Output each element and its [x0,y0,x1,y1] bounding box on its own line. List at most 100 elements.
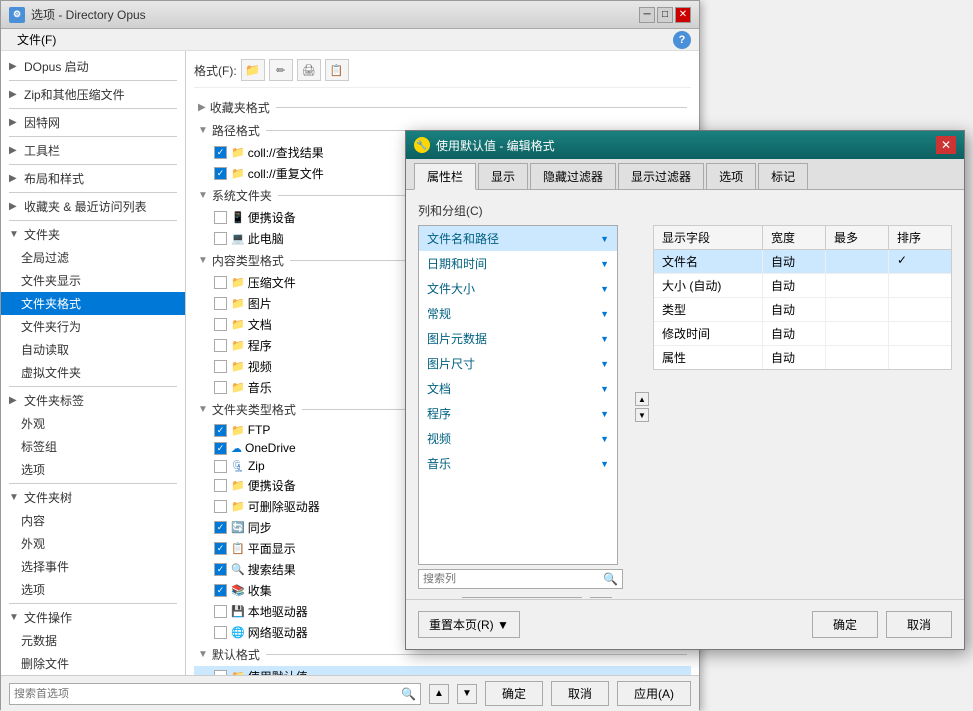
search-columns-input[interactable] [423,573,603,585]
sidebar-item-toolbar[interactable]: ▶ 工具栏 [1,139,185,162]
tab-attributes[interactable]: 属性栏 [414,163,476,190]
tab-display[interactable]: 显示 [478,163,528,189]
nav-up-button[interactable]: ▲ [429,684,449,704]
move-down-button[interactable]: ▼ [635,408,649,422]
sidebar-item-global-filter[interactable]: 全局过滤 [1,246,185,269]
col-item-filesize[interactable]: 文件大小 ▼ [419,276,617,301]
table-row[interactable]: 文件名 自动 ✓ [654,250,951,274]
table-row[interactable]: 修改时间 自动 [654,322,951,346]
col-item-image-size[interactable]: 图片尺寸 ▼ [419,351,617,376]
sidebar-item-options[interactable]: 选项 [1,458,185,481]
tab-hide-filter[interactable]: 隐藏过滤器 [530,163,616,189]
tab-options[interactable]: 选项 [706,163,756,189]
maximize-button[interactable]: □ [657,7,673,23]
sidebar-item-folder-display[interactable]: 文件夹显示 [1,269,185,292]
checkbox-search[interactable] [214,146,227,159]
move-up-button[interactable]: ▲ [635,392,649,406]
sidebar-item-delete-files[interactable]: 删除文件 [1,652,185,675]
sidebar-item-file-ops[interactable]: ▼ 文件操作 [1,606,185,629]
close-button[interactable]: ✕ [675,7,691,23]
minimize-button[interactable]: ─ [639,7,655,23]
help-icon[interactable]: ? [673,31,691,49]
checkbox-videos[interactable] [214,360,227,373]
format-print-btn[interactable]: 🖨 [297,59,321,81]
table-row[interactable]: 大小 (自动) 自动 [654,274,951,298]
checkbox-search2[interactable] [214,563,227,576]
sidebar-item-select-event[interactable]: 选择事件 [1,555,185,578]
checkbox-this-pc[interactable] [214,232,227,245]
checkbox-docs[interactable] [214,318,227,331]
tab-show-filter[interactable]: 显示过滤器 [618,163,704,189]
sidebar-item-options2[interactable]: 选项 [1,578,185,601]
sidebar-item-network[interactable]: ▶ 因特网 [1,111,185,134]
sidebar-item-file-tags[interactable]: ▶ 文件夹标签 [1,389,185,412]
checkbox-pictures[interactable] [214,297,227,310]
checkbox-music[interactable] [214,381,227,394]
sidebar-item-virtual-folder[interactable]: 虚拟文件夹 [1,361,185,384]
checkbox-use-default[interactable] [214,670,227,675]
col-item-image-meta[interactable]: 图片元数据 ▼ [419,326,617,351]
groupby-config-btn[interactable]: ⚙ [590,597,612,598]
checkbox-network[interactable] [214,626,227,639]
sidebar-item-content[interactable]: 内容 [1,509,185,532]
checkbox-removable[interactable] [214,500,227,513]
col-item-filename[interactable]: 文件名和路径 ▼ [419,226,617,251]
checkbox-programs[interactable] [214,339,227,352]
tab-mark[interactable]: 标记 [758,163,808,189]
default-use-default[interactable]: 📁 使用默认值 [194,666,691,675]
reset-button[interactable]: 重置本页(R) ▼ [418,611,520,638]
columns-layout: 文件名和路径 ▼ 日期和时间 ▼ 文件大小 ▼ 常规 ▼ [418,225,952,589]
checkbox-local[interactable] [214,605,227,618]
format-folder-btn[interactable]: 📁 [241,59,265,81]
table-row[interactable]: 类型 自动 [654,298,951,322]
sidebar-item-folder-format[interactable]: 文件夹格式 [1,292,185,315]
sidebar-item-layout[interactable]: ▶ 布局和样式 [1,167,185,190]
checkbox-repeat[interactable] [214,167,227,180]
sidebar-item-labels[interactable]: 标签组 [1,435,185,458]
checkbox-portable[interactable] [214,211,227,224]
ok-button[interactable]: 确定 [485,681,543,706]
dialog-close-button[interactable]: ✕ [936,136,956,154]
format-copy-btn[interactable]: 📋 [325,59,349,81]
sidebar-item-outer-look[interactable]: 外观 [1,532,185,555]
col-item-program[interactable]: 程序 ▼ [419,401,617,426]
search-columns[interactable]: 🔍 [418,569,623,589]
table-row[interactable]: 属性 自动 [654,346,951,369]
sidebar-item-folder-behavior[interactable]: 文件夹行为 [1,315,185,338]
search-input[interactable] [14,688,401,700]
dropdown-arrow: ▼ [600,234,609,244]
nav-down-button[interactable]: ▼ [457,684,477,704]
col-item-doc[interactable]: 文档 ▼ [419,376,617,401]
checkbox-sync[interactable] [214,521,227,534]
dialog-cancel-button[interactable]: 取消 [886,611,952,638]
menu-file[interactable]: 文件(F) [9,29,64,50]
checkbox-ftp[interactable] [214,424,227,437]
sidebar-item-auto-read[interactable]: 自动读取 [1,338,185,361]
section-favorites[interactable]: ▶ 收藏夹格式 [194,96,691,119]
checkbox-portable2[interactable] [214,479,227,492]
search-box[interactable]: 🔍 [9,683,421,705]
column-table-body: 文件名 自动 ✓ 大小 (自动) 自动 类型 [653,249,952,370]
col-item-datetime[interactable]: 日期和时间 ▼ [419,251,617,276]
checkbox-zip[interactable] [214,460,227,473]
checkbox-onedrive[interactable] [214,442,227,455]
col-item-video[interactable]: 视频 ▼ [419,426,617,451]
sidebar-item-appearance[interactable]: 外观 [1,412,185,435]
col-item-music[interactable]: 音乐 ▼ [419,451,617,476]
dialog-ok-button[interactable]: 确定 [812,611,878,638]
sidebar-item-file-folder-tree[interactable]: ▼ 文件夹树 [1,486,185,509]
checkbox-compressed[interactable] [214,276,227,289]
col-item-common[interactable]: 常规 ▼ [419,301,617,326]
sidebar-item-dopus-start[interactable]: ▶ DOpus 启动 [1,55,185,78]
expand-arrow: ▶ [9,201,21,212]
sidebar-item-metadata[interactable]: 元数据 [1,629,185,652]
cancel-button[interactable]: 取消 [551,681,609,706]
checkbox-collection[interactable] [214,584,227,597]
sidebar-item-folder[interactable]: ▼ 文件夹 [1,223,185,246]
apply-button[interactable]: 应用(A) [617,681,691,706]
checkbox-flat[interactable] [214,542,227,555]
sidebar-item-favorites[interactable]: ▶ 收藏夹 & 最近访问列表 [1,195,185,218]
groupby-select[interactable]: 不分组 [462,597,582,598]
sidebar-item-zip[interactable]: ▶ Zip和其他压缩文件 [1,83,185,106]
format-edit-btn[interactable]: ✏ [269,59,293,81]
